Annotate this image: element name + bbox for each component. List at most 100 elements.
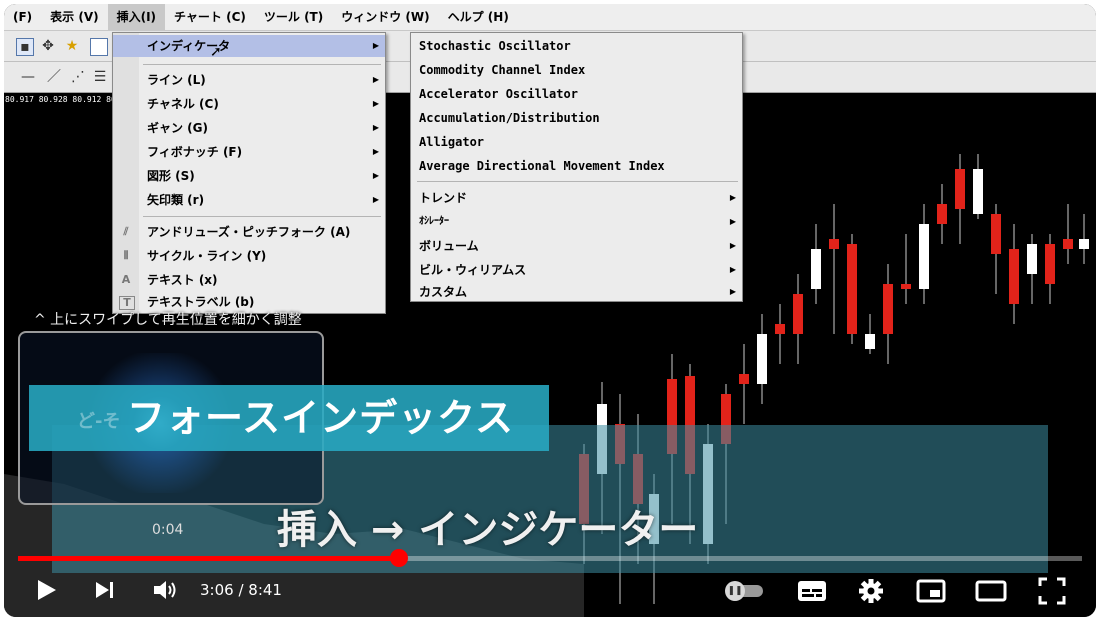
candle-body [1027, 244, 1037, 274]
menu-item-lines[interactable]: ライン (L) ▶ [113, 69, 385, 91]
candle-body [1045, 244, 1055, 284]
candle-body [793, 294, 803, 334]
menu-item-label: サイクル・ライン (Y) [147, 249, 267, 263]
title-banner: ど-そ フォースインデックス [29, 385, 549, 451]
menu-item-label: テキスト (x) [147, 273, 218, 287]
menu-separator [143, 64, 381, 65]
submenu-arrow-icon: ▶ [372, 147, 379, 156]
menu-item-text[interactable]: A テキスト (x) [113, 269, 385, 291]
candle-body [1079, 239, 1089, 249]
candle-body [739, 374, 749, 384]
new-chart-icon[interactable]: ▪ [16, 38, 34, 56]
menu-item-volumes[interactable]: ボリューム ▶ [411, 235, 742, 257]
submenu-arrow-icon: ▶ [372, 75, 379, 84]
menu-item-bill-williams[interactable]: ビル・ウィリアムス ▶ [411, 259, 742, 281]
menu-item-label: Stochastic Oscillator [419, 39, 571, 53]
scrubber-handle[interactable] [389, 549, 408, 567]
menu-item-accumulation[interactable]: Accumulation/Distribution [411, 107, 742, 129]
fullscreen-icon[interactable] [1038, 577, 1066, 605]
text-icon: A [121, 273, 131, 286]
time-display: 3:06 / 8:41 [200, 581, 282, 599]
autoplay-pause-icon: ❚❚ [725, 581, 745, 601]
menu-item-andrews-pitchfork[interactable]: ⫽ アンドリューズ・ピッチフォーク (A) [113, 221, 385, 243]
submenu-arrow-icon: ▶ [729, 265, 736, 274]
menu-view[interactable]: 表示 (V) [41, 4, 107, 30]
menu-item-label: トレンド [419, 191, 468, 205]
subtitles-icon[interactable] [797, 580, 827, 602]
menu-item-accelerator[interactable]: Accelerator Oscillator [411, 83, 742, 105]
progress-bar[interactable] [18, 556, 1082, 561]
candle-body [757, 334, 767, 384]
crosshair-move-icon[interactable]: ✥ [40, 38, 56, 54]
menu-help[interactable]: ヘルプ (H) [439, 4, 518, 30]
pitchfork-icon: ⫽ [123, 225, 129, 238]
menu-item-label: ライン (L) [147, 73, 206, 87]
menu-item-label: Commodity Channel Index [419, 63, 586, 77]
candle-body [847, 244, 857, 334]
menu-item-indicators[interactable]: インディケータ ▶ [113, 35, 385, 57]
menu-item-alligator[interactable]: Alligator [411, 131, 742, 153]
candle-body [901, 284, 911, 289]
menu-item-gann[interactable]: ギャン (G) ▶ [113, 117, 385, 139]
menu-insert[interactable]: 挿入(I) [107, 4, 166, 30]
caption-text: 挿入 → インジケーター [277, 507, 699, 553]
candle-body [883, 284, 893, 334]
menu-item-adx[interactable]: Average Directional Movement Index [411, 155, 742, 177]
submenu-arrow-icon: ▶ [729, 193, 736, 202]
cycle-lines-icon: ⦀ [123, 249, 129, 262]
candle-body [1009, 249, 1019, 304]
menu-item-cci[interactable]: Commodity Channel Index [411, 59, 742, 81]
menu-item-oscillators[interactable]: ｵｼﾚｰﾀｰ ▶ [411, 211, 742, 233]
candle-body [775, 324, 785, 334]
menu-item-shapes[interactable]: 図形 (S) ▶ [113, 165, 385, 187]
settings-gear-icon[interactable] [858, 578, 884, 604]
menu-item-label: 矢印類 (r) [147, 193, 205, 207]
next-icon[interactable] [94, 580, 116, 600]
insert-menu: インディケータ ▶ ライン (L) ▶ チャネル (C) ▶ ギャン (G) ▶… [112, 32, 386, 314]
menu-item-custom[interactable]: カスタム ▶ [411, 281, 742, 303]
time-separator: / [233, 581, 249, 599]
menu-item-trend[interactable]: トレンド ▶ [411, 187, 742, 209]
menu-item-fibonacci[interactable]: フィボナッチ (F) ▶ [113, 141, 385, 163]
menu-item-arrows[interactable]: 矢印類 (r) ▶ [113, 189, 385, 211]
window-icon[interactable] [90, 38, 108, 56]
menu-window[interactable]: ウィンドウ (W) [332, 4, 438, 30]
submenu-arrow-icon: ▶ [372, 41, 379, 50]
menu-item-channels[interactable]: チャネル (C) ▶ [113, 93, 385, 115]
menu-item-label: Accumulation/Distribution [419, 111, 600, 125]
candle-body [811, 249, 821, 289]
autoplay-toggle[interactable]: ❚❚ [725, 580, 765, 601]
candle-body [829, 239, 839, 249]
submenu-arrow-icon: ▶ [372, 123, 379, 132]
menu-file[interactable]: (F) [4, 4, 41, 30]
video-player[interactable]: (F) 表示 (V) 挿入(I) チャート (C) ツール (T) ウィンドウ … [4, 4, 1096, 617]
trendline-icon[interactable]: ／ [46, 69, 62, 85]
favorites-icon[interactable]: ★ [64, 38, 80, 54]
submenu-arrow-icon: ▶ [729, 287, 736, 296]
menu-item-label: ボリューム [419, 239, 479, 253]
submenu-arrow-icon: ▶ [372, 99, 379, 108]
miniplayer-icon[interactable] [916, 579, 946, 603]
channel-icon[interactable]: ☰ [92, 69, 108, 85]
menu-charts[interactable]: チャート (C) [165, 4, 255, 30]
price-header: 80.917 80.928 80.912 80 [5, 95, 116, 104]
submenu-arrow-icon: ▶ [372, 195, 379, 204]
candle-body [991, 214, 1001, 254]
menu-item-label: Alligator [419, 135, 485, 149]
menu-item-label: カスタム [419, 285, 468, 299]
text-label-icon: T [119, 296, 135, 310]
preview-timestamp: 0:04 [152, 522, 184, 538]
menu-item-stochastic[interactable]: Stochastic Oscillator [411, 35, 742, 57]
menu-item-label: ギャン (G) [147, 121, 208, 135]
theater-mode-icon[interactable] [975, 580, 1007, 602]
horizontal-line-icon[interactable]: — [20, 69, 36, 85]
menu-bar: (F) 表示 (V) 挿入(I) チャート (C) ツール (T) ウィンドウ … [4, 4, 1096, 31]
volume-icon[interactable] [152, 578, 180, 602]
menu-tools[interactable]: ツール (T) [255, 4, 332, 30]
current-time: 3:06 [200, 581, 234, 599]
candle-body [919, 224, 929, 289]
title-banner-text: フォースインデックス [127, 396, 514, 440]
menu-item-cycle-lines[interactable]: ⦀ サイクル・ライン (Y) [113, 245, 385, 267]
angle-line-icon[interactable]: ⋰ [70, 69, 86, 85]
play-icon[interactable] [36, 578, 58, 602]
